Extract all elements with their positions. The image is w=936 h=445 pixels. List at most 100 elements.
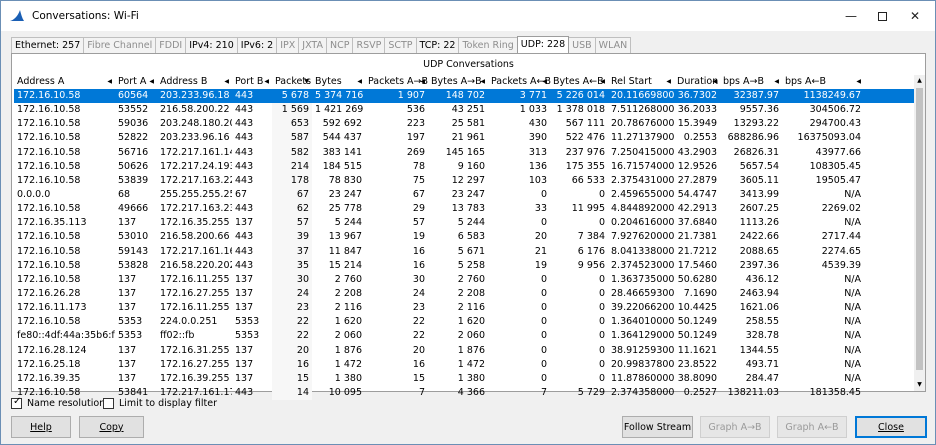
tab-wlan[interactable]: WLAN — [594, 37, 632, 53]
cell-bps-a-to-b: 1621.06 — [739, 302, 779, 314]
table-row[interactable]: 0.0.0.068255.255.255.255676723 2476723 2… — [14, 187, 914, 203]
tab-tcp[interactable]: TCP: 22 — [415, 37, 460, 53]
cell-bps-a-to-b: 258.55 — [745, 316, 779, 328]
table-row[interactable]: 172.16.11.173 137 172.16.11.255 137 23 2 116 2… — [14, 301, 914, 316]
limit-filter-checkbox[interactable] — [103, 398, 114, 409]
table-row[interactable]: 172.16.25.18 137 172.16.27.255 137 16 1 472 16… — [14, 357, 914, 372]
column-header-bps-b-to-a[interactable]: bps A←B ◀ — [782, 75, 864, 89]
column-header-bytes-a-to-b[interactable]: Bytes A→B ◀ — [428, 75, 488, 89]
tab-ipx[interactable]: IPX — [276, 37, 300, 53]
tab-udp[interactable]: UDP: 228 — [516, 36, 570, 53]
tab-ipv4[interactable]: IPv4: 210 — [185, 37, 238, 53]
column-header-address-a[interactable]: Address A ◀ — [14, 75, 115, 89]
cell-bps-b-to-a: 19505.47 — [815, 174, 861, 186]
column-header-bytes-b-to-a[interactable]: Bytes A←B ◀ — [550, 75, 608, 89]
tab-fddi[interactable]: FDDI — [155, 37, 187, 53]
cell-bytes-a-to-b: 6 583 — [457, 231, 485, 243]
column-header-port-a[interactable]: Port A ◀ — [115, 75, 157, 89]
limit-filter-option[interactable]: Limit to display filter — [103, 398, 217, 409]
tab-rsvp[interactable]: RSVP — [352, 37, 386, 53]
table-row[interactable]: 172.16.10.58 53010 216.58.200.66 443 39 13 96… — [14, 230, 914, 245]
tab-fibre-channel[interactable]: Fibre Channel — [83, 37, 157, 53]
graph-b-to-a-button[interactable]: Graph A←B — [777, 416, 847, 438]
maximize-button[interactable] — [865, 1, 899, 31]
tab-ncp[interactable]: NCP — [326, 37, 354, 53]
table-row[interactable]: 172.16.10.58 50626 172.217.24.193 443 214 184… — [14, 159, 914, 174]
table-row[interactable]: fe80::4df:44a:35b6:f71d5353ff02::fb53532… — [14, 329, 914, 344]
cell-packets-b-to-a: 0 — [540, 188, 547, 200]
cell-packets-b-to-a: 390 — [528, 132, 547, 144]
conversations-table: 172.16.10.58 60564 203.233.96.18 443 5 678 5 … — [14, 89, 914, 401]
cell-bytes: 2 116 — [334, 302, 362, 314]
cell-bps-b-to-a: 181358.45 — [809, 386, 861, 398]
help-button[interactable]: Help — [11, 416, 71, 438]
protocol-tab-bar: Ethernet: 257 Fibre Channel FDDI IPv4: 210 I… — [11, 36, 632, 53]
cell-packets-b-to-a: 0 — [540, 287, 547, 299]
close-button[interactable]: Close — [855, 416, 927, 438]
table-row[interactable]: 172.16.10.58 52822 203.233.96.16 443 587 544 … — [14, 131, 914, 146]
follow-stream-label: Follow Stream — [623, 421, 692, 433]
column-resize-icon: ◀ — [774, 78, 779, 85]
column-header-duration[interactable]: Duration ◀ — [674, 75, 720, 89]
column-header-packets[interactable]: Packets ▼ — [272, 75, 312, 89]
tab-token-ring[interactable]: Token Ring — [458, 37, 518, 53]
column-resize-icon: ◀ — [224, 78, 229, 85]
cell-port-a: 59036 — [118, 118, 149, 130]
tab-sctp[interactable]: SCTP — [384, 37, 417, 53]
table-row[interactable]: 172.16.26.28 137 172.16.27.255 137 24 2 208 24… — [14, 286, 914, 302]
table-row[interactable]: 172.16.10.58 49666 172.217.163.238443 62 25 … — [14, 202, 914, 217]
cell-packets-a-to-b: 30 — [412, 273, 425, 285]
tab-jxta[interactable]: JXTA — [298, 37, 327, 53]
column-header-rel-start[interactable]: Rel Start ◀ — [608, 75, 674, 89]
cell-bytes-a-to-b: 5 244 — [457, 217, 485, 229]
scrollbar-thumb[interactable] — [916, 88, 923, 370]
scroll-down-icon[interactable]: ▼ — [914, 379, 925, 391]
table-row[interactable]: 172.16.35.113 137 172.16.35.255 137 57 5 244 5… — [14, 216, 914, 231]
vertical-scrollbar[interactable]: ▲ ▼ — [914, 75, 925, 391]
cell-bps-a-to-b: 1344.55 — [739, 344, 779, 356]
column-header-port-b[interactable]: Port B ◀ — [232, 75, 272, 89]
table-row[interactable]: 172.16.28.124 137 172.16.31.255 137 20 1 876 2… — [14, 343, 914, 358]
column-header-label: Bytes A→B — [431, 76, 482, 87]
graph-a-to-b-button[interactable]: Graph A→B — [700, 416, 770, 438]
cell-bytes-a-to-b: 1 472 — [457, 358, 485, 370]
table-row[interactable]: 172.16.10.58 60564 203.233.96.18 443 5 678 5 … — [14, 89, 914, 104]
table-row[interactable]: 172.16.10.58 53839 172.217.163.228443 178 78… — [14, 173, 914, 188]
table-row[interactable]: 172.16.39.35 137 172.16.39.255 137 15 1 380 15… — [14, 371, 914, 386]
cell-packets-b-to-a: 19 — [534, 259, 547, 271]
follow-stream-button[interactable]: Follow Stream — [622, 416, 693, 438]
cell-packets: 37 — [272, 244, 312, 259]
name-resolution-option[interactable]: ✓ Name resolution — [11, 396, 105, 409]
scroll-up-icon[interactable]: ▲ — [914, 75, 925, 87]
tab-ethernet[interactable]: Ethernet: 257 — [11, 37, 85, 53]
column-header-packets-a-to-b[interactable]: Packets A→B ◀ — [365, 75, 428, 89]
cell-bps-b-to-a: N/A — [844, 344, 861, 356]
table-row[interactable]: 172.16.10.58 59036 203.248.180.208443 653 59… — [14, 117, 914, 132]
cell-address-b: ff02::fb — [160, 330, 195, 342]
column-header-address-b[interactable]: Address B ◀ — [157, 75, 232, 89]
table-row[interactable]: 172.16.10.58 59143 172.217.161.163443 37 11 … — [14, 244, 914, 259]
minimize-button[interactable]: — — [834, 1, 868, 31]
close-window-button[interactable]: ✕ — [898, 1, 932, 31]
cell-duration: 23.8522 — [677, 358, 717, 370]
tab-ipv6[interactable]: IPv6: 2 — [236, 37, 278, 53]
column-header-packets-b-to-a[interactable]: Packets A←B ◀ — [488, 75, 551, 89]
name-resolution-checkbox[interactable]: ✓ — [11, 396, 22, 409]
cell-port-a: 5353 — [118, 330, 143, 342]
cell-packets-a-to-b: 223 — [406, 118, 425, 130]
table-row[interactable]: 172.16.10.58 53552 216.58.200.22 443 1 569 1 … — [14, 103, 914, 118]
column-header-bps-a-to-b[interactable]: bps A→B ◀ — [720, 75, 782, 89]
column-resize-icon: ◀ — [107, 78, 112, 85]
cell-bps-b-to-a: 4539.39 — [821, 259, 861, 271]
copy-button[interactable]: Copy — [79, 416, 144, 438]
cell-bps-b-to-a: 108305.45 — [809, 160, 861, 172]
cell-packets: 62 — [272, 202, 312, 217]
tab-usb[interactable]: USB — [568, 37, 596, 53]
cell-packets: 35 — [272, 258, 312, 273]
table-row[interactable]: 172.16.10.58 5353 224.0.0.251 5353 22 1 620 22… — [14, 315, 914, 330]
table-row[interactable]: 172.16.10.58 137 172.16.11.255 137 30 2 760 30… — [14, 272, 914, 287]
table-row[interactable]: 172.16.10.58 56716 172.217.161.142443 582 38… — [14, 145, 914, 160]
cell-bytes-b-to-a: 0 — [598, 358, 605, 370]
column-header-bytes[interactable]: Bytes ◀ — [312, 75, 365, 89]
table-row[interactable]: 172.16.10.58 53828 216.58.220.202 443 35 15 2… — [14, 258, 914, 273]
